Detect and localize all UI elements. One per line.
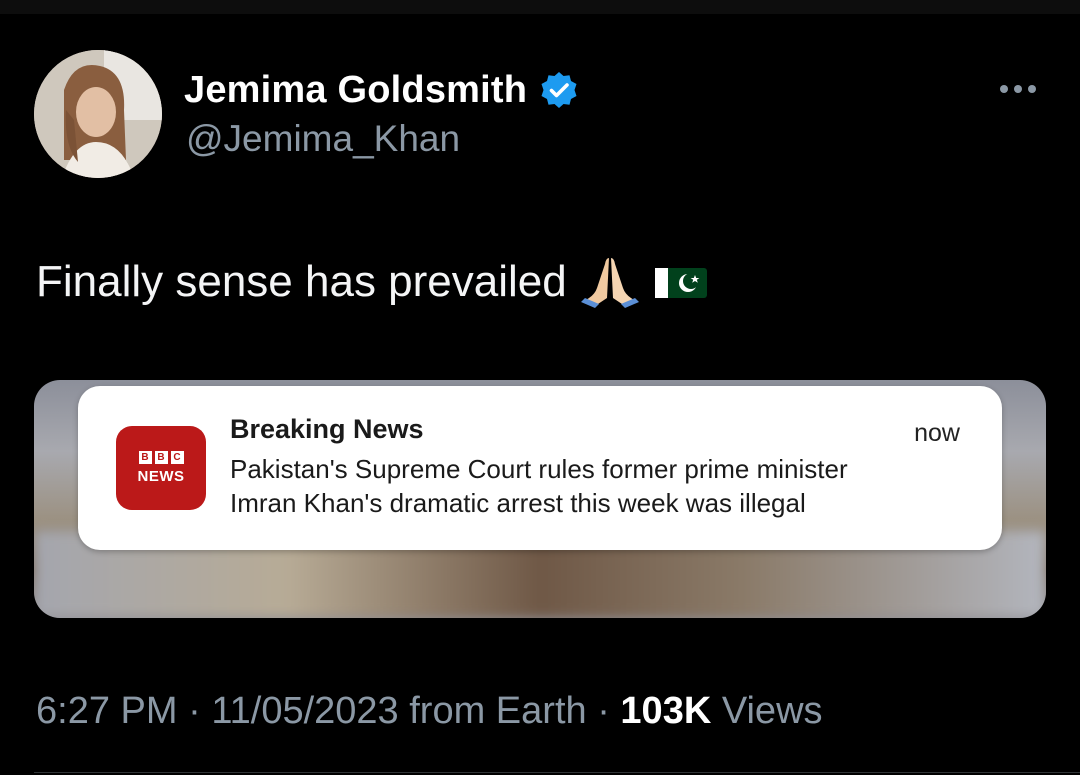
- more-options-button[interactable]: [990, 74, 1046, 104]
- tweet-text: Finally sense has prevailed: [36, 254, 709, 310]
- notification-body: Pakistan's Supreme Court rules former pr…: [230, 452, 970, 520]
- bbc-logo-blocks: B B C: [138, 451, 184, 464]
- notification-body-line: Pakistan's Supreme Court rules former pr…: [230, 454, 848, 484]
- more-dot: [1000, 85, 1008, 93]
- top-strip: [0, 0, 1080, 14]
- bbc-news-label: NEWS: [137, 468, 185, 485]
- pakistan-flag-icon: [653, 262, 709, 302]
- verified-badge-icon: [539, 70, 579, 110]
- tweet-time[interactable]: 6:27 PM: [36, 690, 178, 732]
- author-display-name[interactable]: Jemima Goldsmith: [184, 69, 527, 112]
- views-label: Views: [721, 690, 823, 732]
- divider: [34, 772, 1080, 773]
- avatar-image: [34, 50, 162, 178]
- folded-hands-icon: [579, 254, 641, 310]
- meta-separator: ·: [188, 690, 201, 732]
- tweet-date[interactable]: 11/05/2023: [211, 690, 398, 732]
- tweet-text-content: Finally sense has prevailed: [36, 257, 567, 306]
- notification-title: Breaking News: [230, 414, 424, 444]
- meta-separator: ·: [597, 690, 610, 732]
- breaking-news-notification: B B C NEWS Breaking News now Pakistan's …: [78, 386, 1002, 550]
- more-dot: [1014, 85, 1022, 93]
- bbc-logo-block: B: [138, 451, 152, 464]
- bbc-news-icon: B B C NEWS: [116, 426, 206, 510]
- notification-time: now: [914, 419, 960, 447]
- avatar[interactable]: [34, 50, 162, 178]
- author-handle[interactable]: @Jemima_Khan: [186, 118, 460, 160]
- bbc-logo-block: B: [154, 451, 168, 464]
- bbc-logo-block: C: [170, 451, 184, 464]
- tweet-meta: 6:27 PM · 11/05/2023 from Earth · 103K V…: [36, 690, 823, 733]
- author-name-row: Jemima Goldsmith: [184, 68, 579, 112]
- more-dot: [1028, 85, 1036, 93]
- tweet-source: from Earth: [409, 690, 587, 732]
- notification-body-line: Imran Khan's dramatic arrest this week w…: [230, 488, 806, 518]
- views-count[interactable]: 103K: [620, 690, 711, 732]
